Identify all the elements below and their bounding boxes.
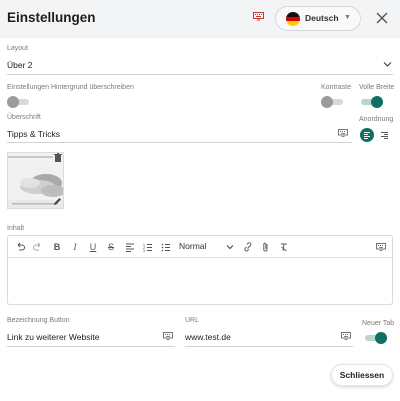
chevron-down-icon: ▼ [344,14,351,21]
bullet-list-icon[interactable] [161,241,171,253]
heading-input[interactable]: Tipps & Tricks [7,129,60,139]
button-label-label: Bezeichnung Button [7,317,70,324]
strikethrough-icon[interactable]: S [106,241,116,253]
new-tab-toggle[interactable] [363,332,387,344]
trash-icon[interactable] [54,153,62,162]
chevron-down-icon[interactable] [383,61,392,68]
keyboard-icon[interactable] [338,129,348,137]
editor-toolbar: B I U S 123 Normal [8,236,392,258]
dialog-title: Einstellungen [7,10,96,25]
svg-text:3: 3 [143,249,145,253]
german-flag-icon [286,12,300,26]
underline-icon[interactable]: U [88,241,98,253]
content-label: Inhalt [7,225,25,232]
dialog-header: Einstellungen Deutsch ▼ [0,0,400,38]
keyboard-icon[interactable] [253,12,264,21]
attachment-icon[interactable] [261,241,271,253]
arrangement-label: Anordnung [359,116,394,123]
pencil-icon[interactable] [53,197,62,206]
button-label-input[interactable]: Link zu weiterer Website [7,332,99,342]
ordered-list-icon[interactable]: 123 [143,241,153,253]
full-width-toggle[interactable] [359,96,383,108]
align-right-icon [381,132,388,139]
layout-underline [7,74,393,75]
align-right-button[interactable] [378,128,392,142]
rich-text-editor: B I U S 123 Normal [7,235,393,305]
button-label-underline [7,346,175,347]
full-width-label: Volle Breite [359,84,395,91]
language-label: Deutsch [305,13,339,23]
override-bg-label: Einstellungen Hintergrund überschreiben [7,84,134,91]
url-label: URL [185,317,200,324]
close-icon[interactable] [374,10,390,26]
keyboard-icon[interactable] [163,332,173,340]
new-tab-label: Neuer Tab [362,320,395,327]
layout-select-value[interactable]: Über 2 [7,60,33,70]
keyboard-icon[interactable] [376,241,386,253]
heading-label: Überschrift [7,114,41,121]
close-button[interactable]: Schliessen [331,364,393,386]
redo-icon[interactable] [33,241,43,253]
heading-underline [7,142,352,143]
contrast-toggle[interactable] [321,96,345,108]
contrast-label: Kontraste [321,84,351,91]
url-underline [185,346,353,347]
override-bg-toggle[interactable] [7,96,31,108]
format-select[interactable]: Normal [179,241,206,251]
undo-icon[interactable] [15,241,25,253]
url-input[interactable]: www.test.de [185,332,231,342]
keyboard-icon[interactable] [341,332,351,340]
align-icon[interactable] [125,241,135,253]
link-icon[interactable] [243,241,253,253]
clear-format-icon[interactable] [279,241,289,253]
chevron-down-icon[interactable] [226,244,234,250]
italic-icon[interactable]: I [70,241,80,253]
bold-icon[interactable]: B [52,241,62,253]
align-left-button[interactable] [360,128,374,142]
layout-label: Layout [7,45,29,52]
align-left-icon [364,132,370,139]
language-select[interactable]: Deutsch ▼ [275,6,361,31]
